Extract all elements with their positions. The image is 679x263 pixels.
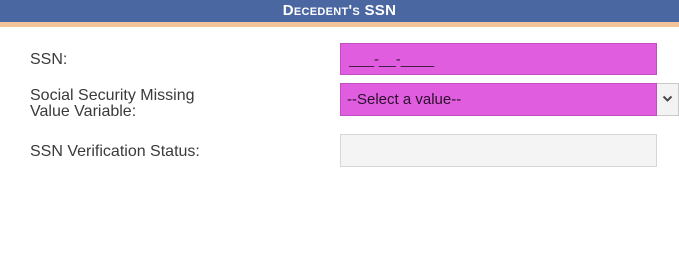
missing-value-variable-label-line2: Value Variable: xyxy=(30,103,137,120)
missing-value-variable-select[interactable]: --Select a value-- xyxy=(340,83,679,116)
ssn-label: SSN: xyxy=(30,51,68,68)
select-dropdown-button[interactable] xyxy=(657,83,679,116)
verification-status-field xyxy=(340,134,657,167)
section-title: Decedent's SSN xyxy=(282,2,397,19)
chevron-down-icon xyxy=(662,95,673,102)
verification-status-label: SSN Verification Status: xyxy=(30,143,200,160)
section-header: Decedent's SSN xyxy=(0,0,679,27)
select-selected-value[interactable]: --Select a value-- xyxy=(340,83,657,116)
ssn-input[interactable] xyxy=(340,43,657,75)
missing-value-variable-label-line1: Social Security Missing xyxy=(30,87,195,104)
missing-value-variable-label: Social Security Missing Value Variable: xyxy=(30,88,330,120)
